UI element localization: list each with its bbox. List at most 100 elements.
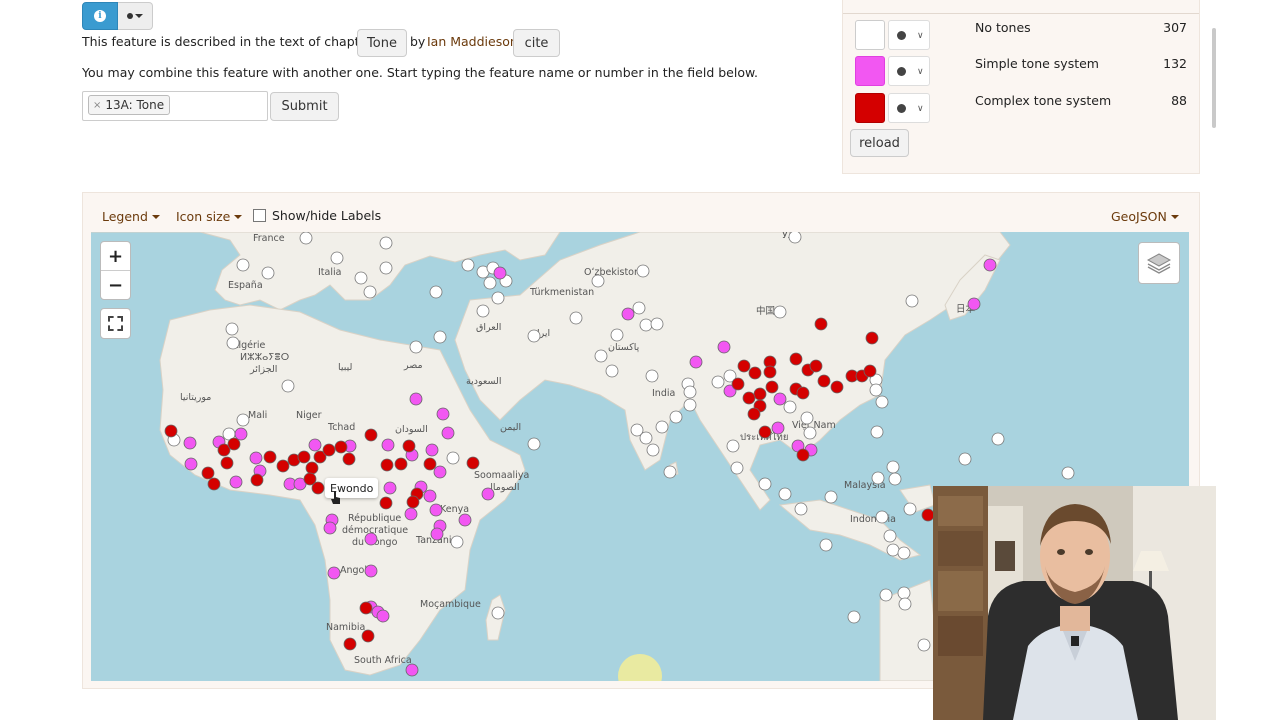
- language-marker-pink[interactable]: [249, 451, 263, 465]
- language-marker-white[interactable]: [875, 395, 889, 409]
- language-marker-pink[interactable]: [409, 392, 423, 406]
- language-marker-pink[interactable]: [481, 487, 495, 501]
- language-marker-white[interactable]: [650, 317, 664, 331]
- language-marker-white[interactable]: [646, 443, 660, 457]
- language-marker-white[interactable]: [429, 285, 443, 299]
- language-marker-red[interactable]: [466, 456, 480, 470]
- language-marker-red[interactable]: [164, 424, 178, 438]
- language-marker-white[interactable]: [569, 311, 583, 325]
- language-marker-pink[interactable]: [433, 465, 447, 479]
- language-marker-red[interactable]: [250, 473, 264, 487]
- language-marker-white[interactable]: [917, 638, 931, 652]
- tag-remove-icon[interactable]: ×: [93, 100, 101, 111]
- language-marker-white[interactable]: [281, 379, 295, 393]
- language-marker-white[interactable]: [1061, 466, 1075, 480]
- language-marker-red[interactable]: [342, 452, 356, 466]
- author-link[interactable]: Ian Maddieson: [427, 34, 518, 49]
- language-marker-pink[interactable]: [376, 609, 390, 623]
- language-marker-white[interactable]: [788, 232, 802, 244]
- language-marker-white[interactable]: [610, 328, 624, 342]
- language-marker-white[interactable]: [225, 322, 239, 336]
- language-marker-pink[interactable]: [717, 340, 731, 354]
- language-marker-white[interactable]: [871, 471, 885, 485]
- language-marker-red[interactable]: [753, 387, 767, 401]
- geojson-dropdown[interactable]: GeoJSON: [1111, 209, 1179, 224]
- language-marker-white[interactable]: [819, 538, 833, 552]
- language-marker-white[interactable]: [875, 510, 889, 524]
- icon-size-dropdown[interactable]: Icon size: [176, 209, 243, 224]
- language-marker-pink[interactable]: [458, 513, 472, 527]
- language-marker-white[interactable]: [645, 369, 659, 383]
- language-marker-red[interactable]: [305, 461, 319, 475]
- language-marker-pink[interactable]: [967, 297, 981, 311]
- language-marker-red[interactable]: [809, 359, 823, 373]
- language-marker-white[interactable]: [299, 232, 313, 245]
- language-marker-white[interactable]: [639, 318, 653, 332]
- language-marker-white[interactable]: [527, 329, 541, 343]
- language-marker-red[interactable]: [814, 317, 828, 331]
- language-marker-white[interactable]: [226, 336, 240, 350]
- language-marker-white[interactable]: [491, 606, 505, 620]
- color-swatch[interactable]: [855, 20, 885, 50]
- language-marker-pink[interactable]: [430, 527, 444, 541]
- language-marker-white[interactable]: [778, 487, 792, 501]
- language-marker-white[interactable]: [446, 451, 460, 465]
- language-marker-red[interactable]: [380, 458, 394, 472]
- language-marker-pink[interactable]: [621, 307, 635, 321]
- language-marker-white[interactable]: [491, 291, 505, 305]
- cite-button[interactable]: cite: [513, 29, 560, 57]
- language-marker-white[interactable]: [879, 588, 893, 602]
- language-marker-white[interactable]: [261, 266, 275, 280]
- language-marker-red[interactable]: [747, 407, 761, 421]
- language-marker-red[interactable]: [303, 472, 317, 486]
- language-marker-red[interactable]: [394, 457, 408, 471]
- download-dropdown-button[interactable]: [118, 2, 153, 30]
- language-marker-white[interactable]: [803, 426, 817, 440]
- reload-button[interactable]: reload: [850, 129, 909, 157]
- color-swatch[interactable]: [855, 93, 885, 123]
- language-marker-pink[interactable]: [323, 521, 337, 535]
- language-marker-white[interactable]: [758, 477, 772, 491]
- language-marker-white[interactable]: [363, 285, 377, 299]
- language-marker-white[interactable]: [683, 385, 697, 399]
- language-marker-red[interactable]: [817, 374, 831, 388]
- language-marker-white[interactable]: [883, 529, 897, 543]
- language-marker-white[interactable]: [897, 546, 911, 560]
- language-marker-red[interactable]: [765, 380, 779, 394]
- language-marker-white[interactable]: [991, 432, 1005, 446]
- language-marker-pink[interactable]: [689, 355, 703, 369]
- language-marker-white[interactable]: [409, 340, 423, 354]
- language-marker-white[interactable]: [639, 431, 653, 445]
- language-marker-red[interactable]: [796, 448, 810, 462]
- language-marker-pink[interactable]: [327, 566, 341, 580]
- language-marker-white[interactable]: [730, 461, 744, 475]
- language-marker-red[interactable]: [364, 428, 378, 442]
- language-marker-red[interactable]: [742, 391, 756, 405]
- language-marker-pink[interactable]: [364, 564, 378, 578]
- language-marker-white[interactable]: [527, 437, 541, 451]
- language-marker-pink[interactable]: [493, 266, 507, 280]
- language-marker-white[interactable]: [605, 364, 619, 378]
- language-marker-white[interactable]: [483, 276, 497, 290]
- language-marker-white[interactable]: [898, 597, 912, 611]
- language-marker-red[interactable]: [263, 450, 277, 464]
- language-marker-white[interactable]: [594, 349, 608, 363]
- language-marker-pink[interactable]: [436, 407, 450, 421]
- language-marker-pink[interactable]: [441, 426, 455, 440]
- language-marker-white[interactable]: [632, 301, 646, 315]
- language-marker-white[interactable]: [476, 304, 490, 318]
- language-marker-red[interactable]: [737, 359, 751, 373]
- language-marker-pink[interactable]: [381, 438, 395, 452]
- page-scrollbar[interactable]: [1212, 28, 1216, 128]
- language-marker-pink[interactable]: [229, 475, 243, 489]
- language-marker-white[interactable]: [236, 258, 250, 272]
- language-marker-white[interactable]: [886, 460, 900, 474]
- language-marker-white[interactable]: [379, 236, 393, 250]
- language-marker-red[interactable]: [763, 365, 777, 379]
- language-marker-white[interactable]: [711, 375, 725, 389]
- language-marker-red[interactable]: [796, 386, 810, 400]
- language-marker-white[interactable]: [433, 330, 447, 344]
- language-marker-pink[interactable]: [234, 427, 248, 441]
- language-marker-pink[interactable]: [404, 507, 418, 521]
- labels-toggle[interactable]: Show/hide Labels: [253, 208, 381, 223]
